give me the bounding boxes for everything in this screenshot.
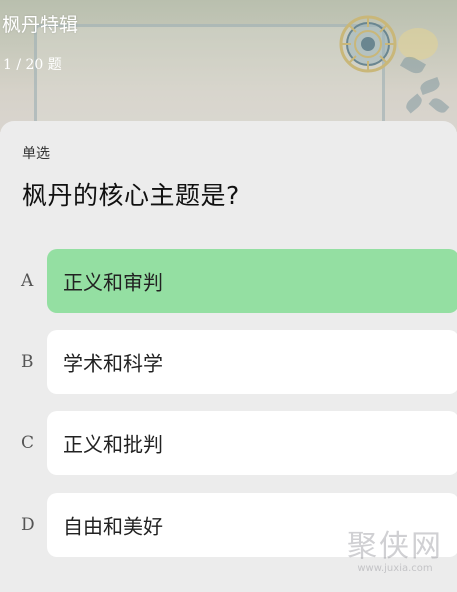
option-text: 学术和科学: [63, 351, 163, 376]
option-text: 自由和美好: [63, 514, 163, 539]
option-letter: A: [21, 271, 34, 291]
option-letter: C: [21, 433, 35, 453]
option-c[interactable]: C 正义和批判: [0, 411, 457, 475]
option-a[interactable]: A 正义和审判: [0, 249, 457, 313]
option-letter: B: [21, 352, 34, 372]
question-progress: 1 / 20 题: [3, 57, 62, 73]
leaf-decoration: [428, 95, 450, 116]
question-type-label: 单选: [22, 146, 50, 162]
leaf-decoration: [403, 93, 425, 114]
banner-frame-decoration: [34, 24, 385, 132]
option-card-selected[interactable]: 正义和审判: [47, 249, 457, 313]
watermark-url: www.juxia.com: [357, 563, 433, 574]
question-sheet: 单选 枫丹的核心主题是? A 正义和审判 B 学术和科学 C 正义和批判 D 自…: [0, 121, 457, 592]
option-card[interactable]: 学术和科学: [47, 330, 457, 394]
page-title: 枫丹特辑: [2, 14, 79, 36]
option-text: 正义和审判: [63, 270, 163, 295]
option-letter: D: [21, 515, 35, 535]
leaf-decoration: [418, 76, 442, 96]
site-watermark: 聚侠网 www.juxia.com: [347, 521, 443, 574]
fontaine-emblem-icon: [339, 15, 397, 73]
option-b[interactable]: B 学术和科学: [0, 330, 457, 394]
option-text: 正义和批判: [63, 432, 163, 457]
watermark-brand: 聚侠网: [347, 529, 443, 564]
flower-decoration: [398, 28, 438, 60]
option-card[interactable]: 正义和批判: [47, 411, 457, 475]
question-text: 枫丹的核心主题是?: [22, 181, 240, 210]
header-banner: 枫丹特辑 1 / 20 题: [0, 0, 457, 132]
